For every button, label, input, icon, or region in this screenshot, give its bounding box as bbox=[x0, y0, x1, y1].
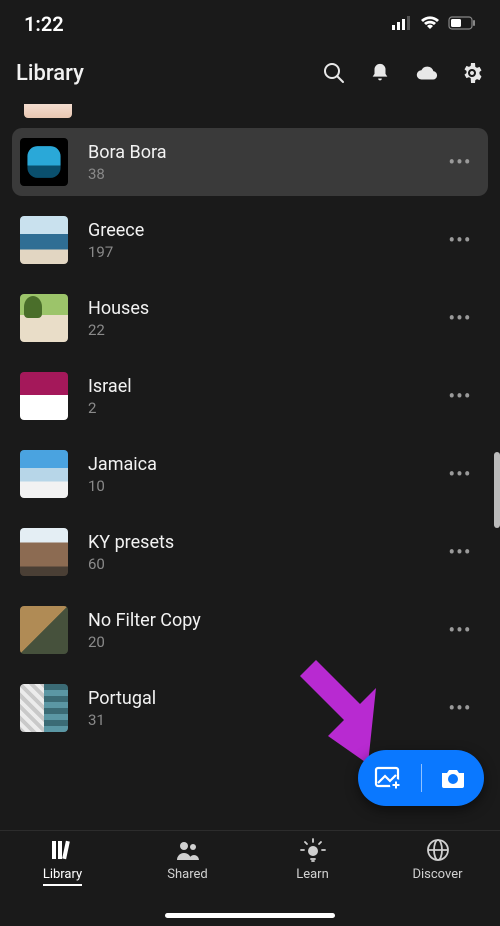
album-name: Israel bbox=[88, 376, 446, 397]
album-text: Israel 2 bbox=[88, 376, 446, 417]
album-thumbnail bbox=[20, 372, 68, 420]
discover-icon bbox=[425, 837, 451, 863]
album-name: Houses bbox=[88, 298, 446, 319]
album-name: KY presets bbox=[88, 532, 446, 553]
cloud-icon[interactable] bbox=[414, 61, 438, 85]
library-icon bbox=[50, 837, 76, 863]
bottom-nav: Library Shared Learn Discover bbox=[0, 830, 500, 926]
album-thumbnail bbox=[20, 528, 68, 576]
status-bar: 1:22 bbox=[0, 0, 500, 48]
more-icon[interactable]: ••• bbox=[446, 538, 474, 566]
scroll-indicator[interactable] bbox=[494, 452, 500, 528]
notifications-icon[interactable] bbox=[368, 61, 392, 85]
shared-icon bbox=[175, 837, 201, 863]
nav-library[interactable]: Library bbox=[0, 837, 125, 926]
album-thumbnail bbox=[20, 294, 68, 342]
album-text: Houses 22 bbox=[88, 298, 446, 339]
album-row[interactable]: Portugal 31••• bbox=[12, 674, 488, 742]
album-name: Jamaica bbox=[88, 454, 446, 475]
album-row[interactable]: Greece 197••• bbox=[12, 206, 488, 274]
battery-icon bbox=[448, 15, 476, 34]
more-icon[interactable]: ••• bbox=[446, 148, 474, 176]
album-count: 60 bbox=[88, 555, 446, 573]
more-icon[interactable]: ••• bbox=[446, 460, 474, 488]
album-thumbnail bbox=[20, 216, 68, 264]
album-name: Greece bbox=[88, 220, 446, 241]
more-icon[interactable]: ••• bbox=[446, 694, 474, 722]
nav-label: Library bbox=[43, 867, 82, 886]
album-count: 10 bbox=[88, 477, 446, 495]
album-thumbnail bbox=[24, 104, 72, 118]
learn-icon bbox=[300, 837, 326, 863]
album-count: 2 bbox=[88, 399, 446, 417]
album-row[interactable]: Houses 22••• bbox=[12, 284, 488, 352]
album-name: Bora Bora bbox=[88, 142, 446, 163]
album-count: 22 bbox=[88, 321, 446, 339]
add-photo-button[interactable] bbox=[358, 750, 421, 806]
album-row[interactable]: Jamaica 10••• bbox=[12, 440, 488, 508]
album-thumbnail bbox=[20, 138, 68, 186]
home-indicator[interactable] bbox=[165, 913, 335, 918]
app-header: Library bbox=[0, 48, 500, 98]
album-name: Portugal bbox=[88, 688, 446, 709]
status-indicators bbox=[392, 15, 476, 34]
nav-label: Shared bbox=[167, 867, 207, 882]
album-name: No Filter Copy bbox=[88, 610, 446, 631]
album-row[interactable]: No Filter Copy 20••• bbox=[12, 596, 488, 664]
album-count: 20 bbox=[88, 633, 446, 651]
album-text: No Filter Copy 20 bbox=[88, 610, 446, 651]
album-thumbnail bbox=[20, 684, 68, 732]
nav-label: Discover bbox=[412, 867, 462, 882]
settings-icon[interactable] bbox=[460, 61, 484, 85]
album-row[interactable]: Israel 2••• bbox=[12, 362, 488, 430]
album-text: Portugal 31 bbox=[88, 688, 446, 729]
album-text: Bora Bora 38 bbox=[88, 142, 446, 183]
album-text: Greece 197 bbox=[88, 220, 446, 261]
album-count: 197 bbox=[88, 243, 446, 261]
album-text: KY presets 60 bbox=[88, 532, 446, 573]
more-icon[interactable]: ••• bbox=[446, 616, 474, 644]
more-icon[interactable]: ••• bbox=[446, 304, 474, 332]
album-list: Bora Bora38•••Greece197•••Houses22•••Isr… bbox=[0, 98, 500, 828]
partial-row-above bbox=[12, 104, 488, 118]
more-icon[interactable]: ••• bbox=[446, 226, 474, 254]
camera-button[interactable] bbox=[422, 750, 485, 806]
album-text: Jamaica 10 bbox=[88, 454, 446, 495]
album-count: 31 bbox=[88, 711, 446, 729]
album-thumbnail bbox=[20, 606, 68, 654]
album-row[interactable]: KY presets 60••• bbox=[12, 518, 488, 586]
nav-label: Learn bbox=[296, 867, 329, 882]
nav-discover[interactable]: Discover bbox=[375, 837, 500, 926]
search-icon[interactable] bbox=[322, 61, 346, 85]
album-row[interactable]: Bora Bora 38••• bbox=[12, 128, 488, 196]
status-time: 1:22 bbox=[24, 12, 64, 36]
album-count: 38 bbox=[88, 165, 446, 183]
cellular-icon bbox=[392, 15, 412, 34]
header-actions bbox=[322, 61, 484, 85]
wifi-icon bbox=[420, 15, 440, 34]
add-fab[interactable] bbox=[358, 750, 484, 806]
album-thumbnail bbox=[20, 450, 68, 498]
page-title: Library bbox=[16, 61, 322, 86]
more-icon[interactable]: ••• bbox=[446, 382, 474, 410]
